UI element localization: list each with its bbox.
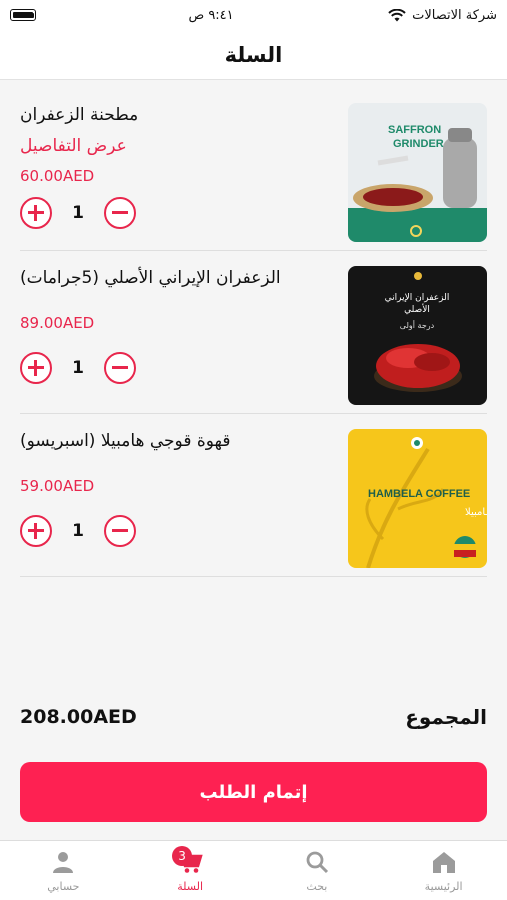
wifi-icon <box>388 8 406 21</box>
tab-cart[interactable]: 3 السلة <box>127 841 254 900</box>
tab-search[interactable]: بحث <box>254 841 381 900</box>
increase-quantity-button[interactable] <box>20 352 52 384</box>
carrier-name: شركة الاتصالات <box>412 7 497 23</box>
tab-home[interactable]: الرئيسية <box>380 841 507 900</box>
tab-label: بحث <box>306 880 328 893</box>
grinder-image-line1: SAFFRON <box>388 124 441 136</box>
quantity-value: 1 <box>72 521 84 541</box>
saffron-image-line3: درجة أولى <box>400 320 435 330</box>
bottom-tab-bar: حسابي 3 السلة بحث الرئيسية <box>0 840 507 900</box>
status-time: ٩:٤١ ص <box>188 7 234 23</box>
tab-label: الرئيسية <box>424 880 463 893</box>
saffron-image-line2: الأصلي <box>404 303 430 315</box>
coffee-image-line2: قهـوة هـامبيلا <box>465 507 487 518</box>
product-image-saffron[interactable]: الزعفران الإيراني الأصلي درجة أولى <box>348 266 487 405</box>
tab-account[interactable]: حسابي <box>0 841 127 900</box>
tab-label: السلة <box>177 880 203 893</box>
battery-indicator <box>10 9 36 21</box>
checkout-button[interactable]: إتمام الطلب <box>20 762 487 822</box>
total-amount: 208.00AED <box>20 706 137 728</box>
page-header: السلة <box>0 30 507 80</box>
tab-label: حسابي <box>47 880 80 893</box>
view-details-link[interactable]: عرض التفاصيل <box>20 136 127 156</box>
item-title[interactable]: قهوة قوجي هامبيلا (اسبريسو) <box>20 431 231 451</box>
cart-list: SAFFRON GRINDER مطحنة الزعفران عرض التفا… <box>20 88 487 577</box>
decrease-quantity-button[interactable] <box>104 197 136 229</box>
cart-count-badge: 3 <box>172 846 193 866</box>
cart-item: SAFFRON GRINDER مطحنة الزعفران عرض التفا… <box>20 88 487 251</box>
increase-quantity-button[interactable] <box>20 197 52 229</box>
product-image-saffron-grinder[interactable]: SAFFRON GRINDER <box>348 103 487 242</box>
coffee-image-line1: HAMBELA COFFEE <box>368 488 470 500</box>
order-total: 208.00AED المجموع <box>20 705 487 729</box>
item-price: 59.00AED <box>20 477 95 495</box>
item-price: 89.00AED <box>20 314 95 332</box>
product-image-hambela-coffee[interactable]: HAMBELA COFFEE قهـوة هـامبيلا <box>348 429 487 568</box>
cart-item: الزعفران الإيراني الأصلي درجة أولى الزعف… <box>20 251 487 414</box>
quantity-stepper: 1 <box>20 197 136 229</box>
saffron-image-line1: الزعفران الإيراني <box>385 293 450 303</box>
increase-quantity-button[interactable] <box>20 515 52 547</box>
decrease-quantity-button[interactable] <box>104 352 136 384</box>
search-icon <box>306 851 328 874</box>
home-icon <box>432 852 455 873</box>
item-title[interactable]: مطحنة الزعفران <box>20 105 138 125</box>
page-title: السلة <box>224 42 283 67</box>
item-price: 60.00AED <box>20 167 95 185</box>
status-bar: ٩:٤١ ص شركة الاتصالات <box>0 0 507 30</box>
battery-icon <box>10 9 36 21</box>
person-icon <box>53 852 74 873</box>
item-title[interactable]: الزعفران الإيراني الأصلي (5جرامات) <box>20 268 281 288</box>
quantity-value: 1 <box>72 358 84 378</box>
total-label: المجموع <box>405 705 487 729</box>
decrease-quantity-button[interactable] <box>104 515 136 547</box>
carrier-group: شركة الاتصالات <box>388 8 497 23</box>
quantity-stepper: 1 <box>20 352 136 384</box>
item-info: قهوة قوجي هامبيلا (اسبريسو) 59.00AED 1 <box>20 429 348 547</box>
item-info: مطحنة الزعفران عرض التفاصيل 60.00AED 1 <box>20 103 348 229</box>
grinder-image-line2: GRINDER <box>393 138 444 150</box>
item-info: الزعفران الإيراني الأصلي (5جرامات) 89.00… <box>20 266 348 384</box>
quantity-stepper: 1 <box>20 515 136 547</box>
quantity-value: 1 <box>72 203 84 223</box>
cart-item: HAMBELA COFFEE قهـوة هـامبيلا قهوة قوجي … <box>20 414 487 577</box>
